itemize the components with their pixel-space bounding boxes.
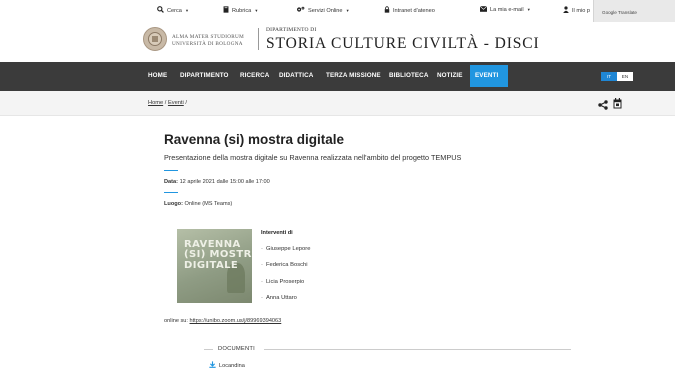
intranet-link[interactable]: Intranet d'ateneo [384, 6, 435, 15]
profile-link[interactable]: Il mio p [563, 6, 590, 15]
department-prefix: DIPARTIMENTO DI [266, 27, 317, 33]
breadcrumb-eventi-link[interactable]: Eventi [168, 100, 184, 106]
caret-down-icon: ▾ [527, 7, 530, 12]
nav-item-terza-missione[interactable]: TERZA MISSIONE [326, 72, 381, 79]
documents-heading: DOCUMENTI [218, 346, 255, 352]
university-seal-logo[interactable] [143, 27, 167, 51]
speaker-name: Licia Proserpio [265, 279, 305, 285]
caret-down-icon: ▾ [185, 7, 189, 13]
book-icon [223, 6, 229, 15]
event-date: Data: 12 aprile 2021 dalle 15:00 alle 17… [164, 179, 270, 185]
intranet-label: Intranet d'ateneo [393, 7, 435, 14]
zoom-meeting-link[interactable]: https://unibo.zoom.us/j/89969394063 [190, 318, 282, 324]
search-menu-label: Cerca [167, 7, 182, 14]
email-label: La mia e-mail [490, 7, 524, 13]
email-menu[interactable]: La mia e-mail ▾ [479, 5, 530, 14]
caret-down-icon: ▾ [255, 7, 258, 13]
breadcrumb: Home / Eventi / [148, 100, 187, 106]
add-to-calendar-icon[interactable] [613, 96, 622, 109]
profile-label: Il mio p [572, 7, 591, 14]
speakers-heading: Interventi di [261, 230, 293, 236]
event-subtitle: Presentazione della mostra digitale su R… [164, 153, 462, 162]
speaker-name: Federica Boschi [265, 262, 308, 268]
documents-divider-right [264, 349, 571, 350]
event-title: Ravenna (si) mostra digitale [164, 132, 345, 147]
search-icon [157, 6, 164, 15]
breadcrumb-bar [0, 91, 675, 116]
speaker-item: - Anna Uttaro [261, 295, 297, 301]
nav-item-didattica[interactable]: DIDATTICA [279, 72, 313, 79]
nav-item-dipartimento[interactable]: DIPARTIMENTO [180, 72, 229, 79]
nav-item-notizie[interactable]: NOTIZIE [437, 72, 463, 79]
accent-divider [164, 170, 178, 171]
speaker-name: Giuseppe Lepore [265, 246, 311, 252]
speaker-item: - Licia Proserpio [261, 279, 305, 285]
university-name[interactable]: ALMA MATER STUDIORUM UNIVERSITÀ DI BOLOG… [172, 34, 244, 47]
nav-item-ricerca[interactable]: RICERCA [240, 72, 269, 79]
document-name: Locandina [219, 362, 245, 369]
servizi-online-menu[interactable]: Servizi Online ▾ [296, 6, 349, 15]
event-place-value: Online (MS Teams) [184, 201, 233, 207]
user-icon [563, 6, 569, 15]
rubrica-menu[interactable]: Rubrica ▾ [223, 6, 258, 15]
language-en-button[interactable]: EN [617, 72, 633, 81]
speaker-item: - Giuseppe Lepore [261, 246, 311, 252]
event-date-label: Data: [164, 179, 178, 185]
lock-icon [384, 6, 390, 15]
event-poster-image: RAVENNA (SI) MOSTRA DIGITALE [177, 229, 252, 303]
brand-divider [258, 28, 259, 50]
online-meeting-info: online su: https://unibo.zoom.us/j/89969… [164, 318, 281, 324]
accent-divider [164, 192, 178, 193]
nav-item-home[interactable]: HOME [148, 72, 167, 79]
alma-line-2: UNIVERSITÀ DI BOLOGNA [172, 40, 243, 47]
envelope-icon [479, 5, 488, 14]
gears-icon [296, 6, 305, 15]
breadcrumb-home-link[interactable]: Home [148, 100, 163, 106]
share-icon[interactable] [598, 97, 608, 110]
caret-down-icon: ▾ [346, 7, 349, 13]
breadcrumb-trailing-separator: / [185, 100, 187, 106]
alma-line-1: ALMA MATER STUDIORUM [172, 34, 244, 40]
event-poster-text: RAVENNA (SI) MOSTRA DIGITALE [184, 239, 252, 271]
document-locandina-link[interactable]: Locandina [209, 361, 245, 370]
breadcrumb-separator: / [164, 100, 167, 106]
language-it-button[interactable]: IT [601, 72, 617, 81]
documents-divider-left [204, 349, 213, 350]
event-place-label: Luogo: [164, 201, 183, 207]
department-name[interactable]: STORIA CULTURE CIVILTÀ - DISCI [266, 35, 540, 53]
nav-item-eventi[interactable]: EVENTI [475, 72, 498, 79]
search-menu[interactable]: Cerca ▾ [157, 6, 188, 15]
online-label: online su: [164, 318, 188, 324]
speaker-item: - Federica Boschi [261, 262, 308, 268]
rubrica-menu-label: Rubrica [232, 7, 252, 14]
utility-bar: Cerca ▾ Rubrica ▾ Servizi Online ▾ Intra… [0, 0, 675, 22]
speaker-name: Anna Uttaro [265, 295, 297, 301]
servizi-online-label: Servizi Online [308, 7, 343, 14]
event-place: Luogo: Online (MS Teams) [164, 201, 232, 207]
google-translate-label: Google Translate [602, 10, 637, 15]
event-date-value: 12 aprile 2021 dalle 15:00 alle 17:00 [179, 179, 270, 185]
nav-item-biblioteca[interactable]: BIBLIOTECA [389, 72, 428, 79]
download-icon [209, 361, 216, 370]
